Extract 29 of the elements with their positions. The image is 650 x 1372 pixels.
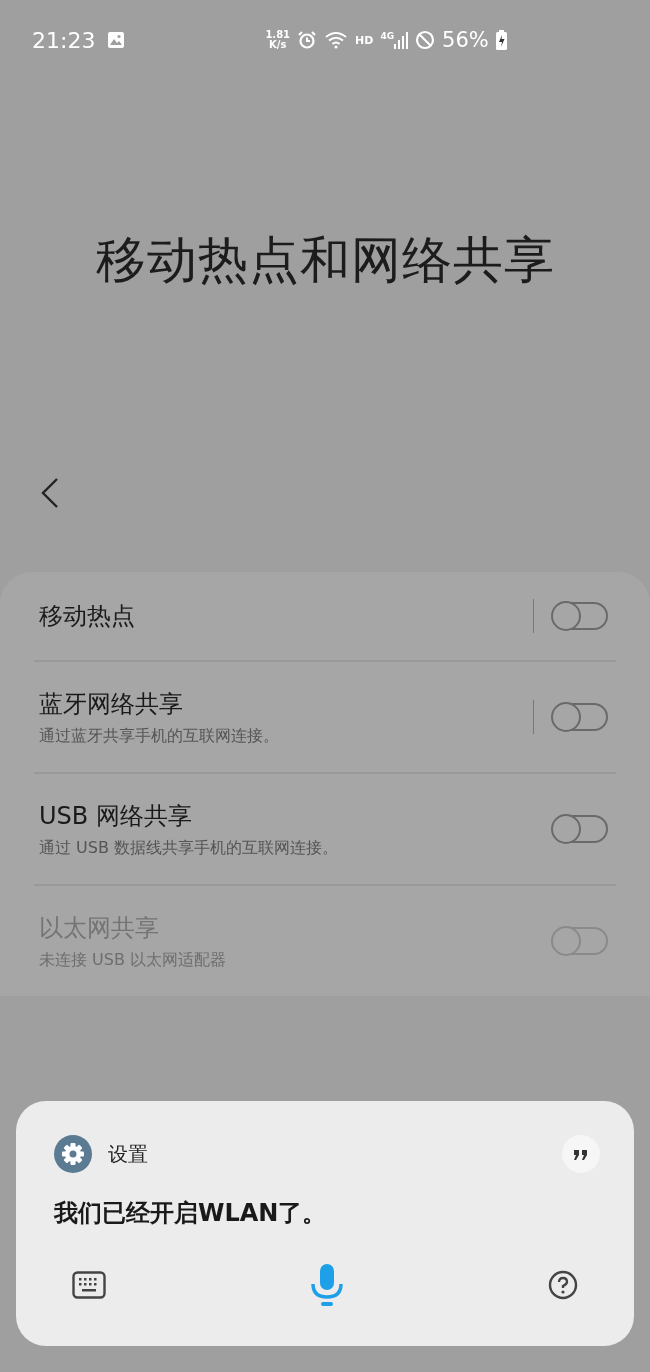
signal-icon	[394, 31, 409, 49]
setting-title[interactable]: 移动热点	[39, 600, 533, 632]
image-icon	[107, 31, 126, 49]
setting-description: 通过蓝牙共享手机的互联网连接。	[39, 725, 280, 747]
assistant-message: 我们已经开启WLAN了。	[54, 1198, 328, 1229]
alarm-icon	[297, 30, 318, 50]
battery-charging-icon	[495, 30, 507, 50]
keyboard-icon[interactable]	[72, 1271, 106, 1299]
network-speed: 1.81 K/s	[265, 30, 291, 50]
setting-title[interactable]: USB 网络共享	[39, 799, 533, 832]
microphone-icon[interactable]	[309, 1263, 345, 1307]
toggle-switch[interactable]	[552, 815, 608, 843]
status-time: 21:23	[32, 27, 96, 53]
toggle-switch[interactable]	[552, 703, 608, 731]
setting-description: 通过 USB 数据线共享手机的互联网连接。	[39, 837, 339, 859]
toggle-switch[interactable]	[552, 602, 608, 630]
back-icon[interactable]	[40, 477, 60, 509]
network-type: 4G	[380, 31, 395, 41]
quote-icon[interactable]	[562, 1135, 600, 1173]
wifi-icon	[324, 31, 349, 49]
page-title: 移动热点和网络共享	[95, 229, 555, 291]
battery-percent: 56%	[442, 28, 489, 52]
app-name: 设置	[108, 1140, 149, 1168]
setting-description: 未连接 USB 以太网适配器	[39, 949, 227, 971]
settings-icon	[54, 1135, 92, 1173]
hd-label: HD	[355, 33, 374, 47]
help-icon[interactable]	[548, 1270, 578, 1300]
do-not-disturb-icon	[415, 30, 436, 50]
setting-title[interactable]: 蓝牙网络共享	[39, 687, 533, 720]
